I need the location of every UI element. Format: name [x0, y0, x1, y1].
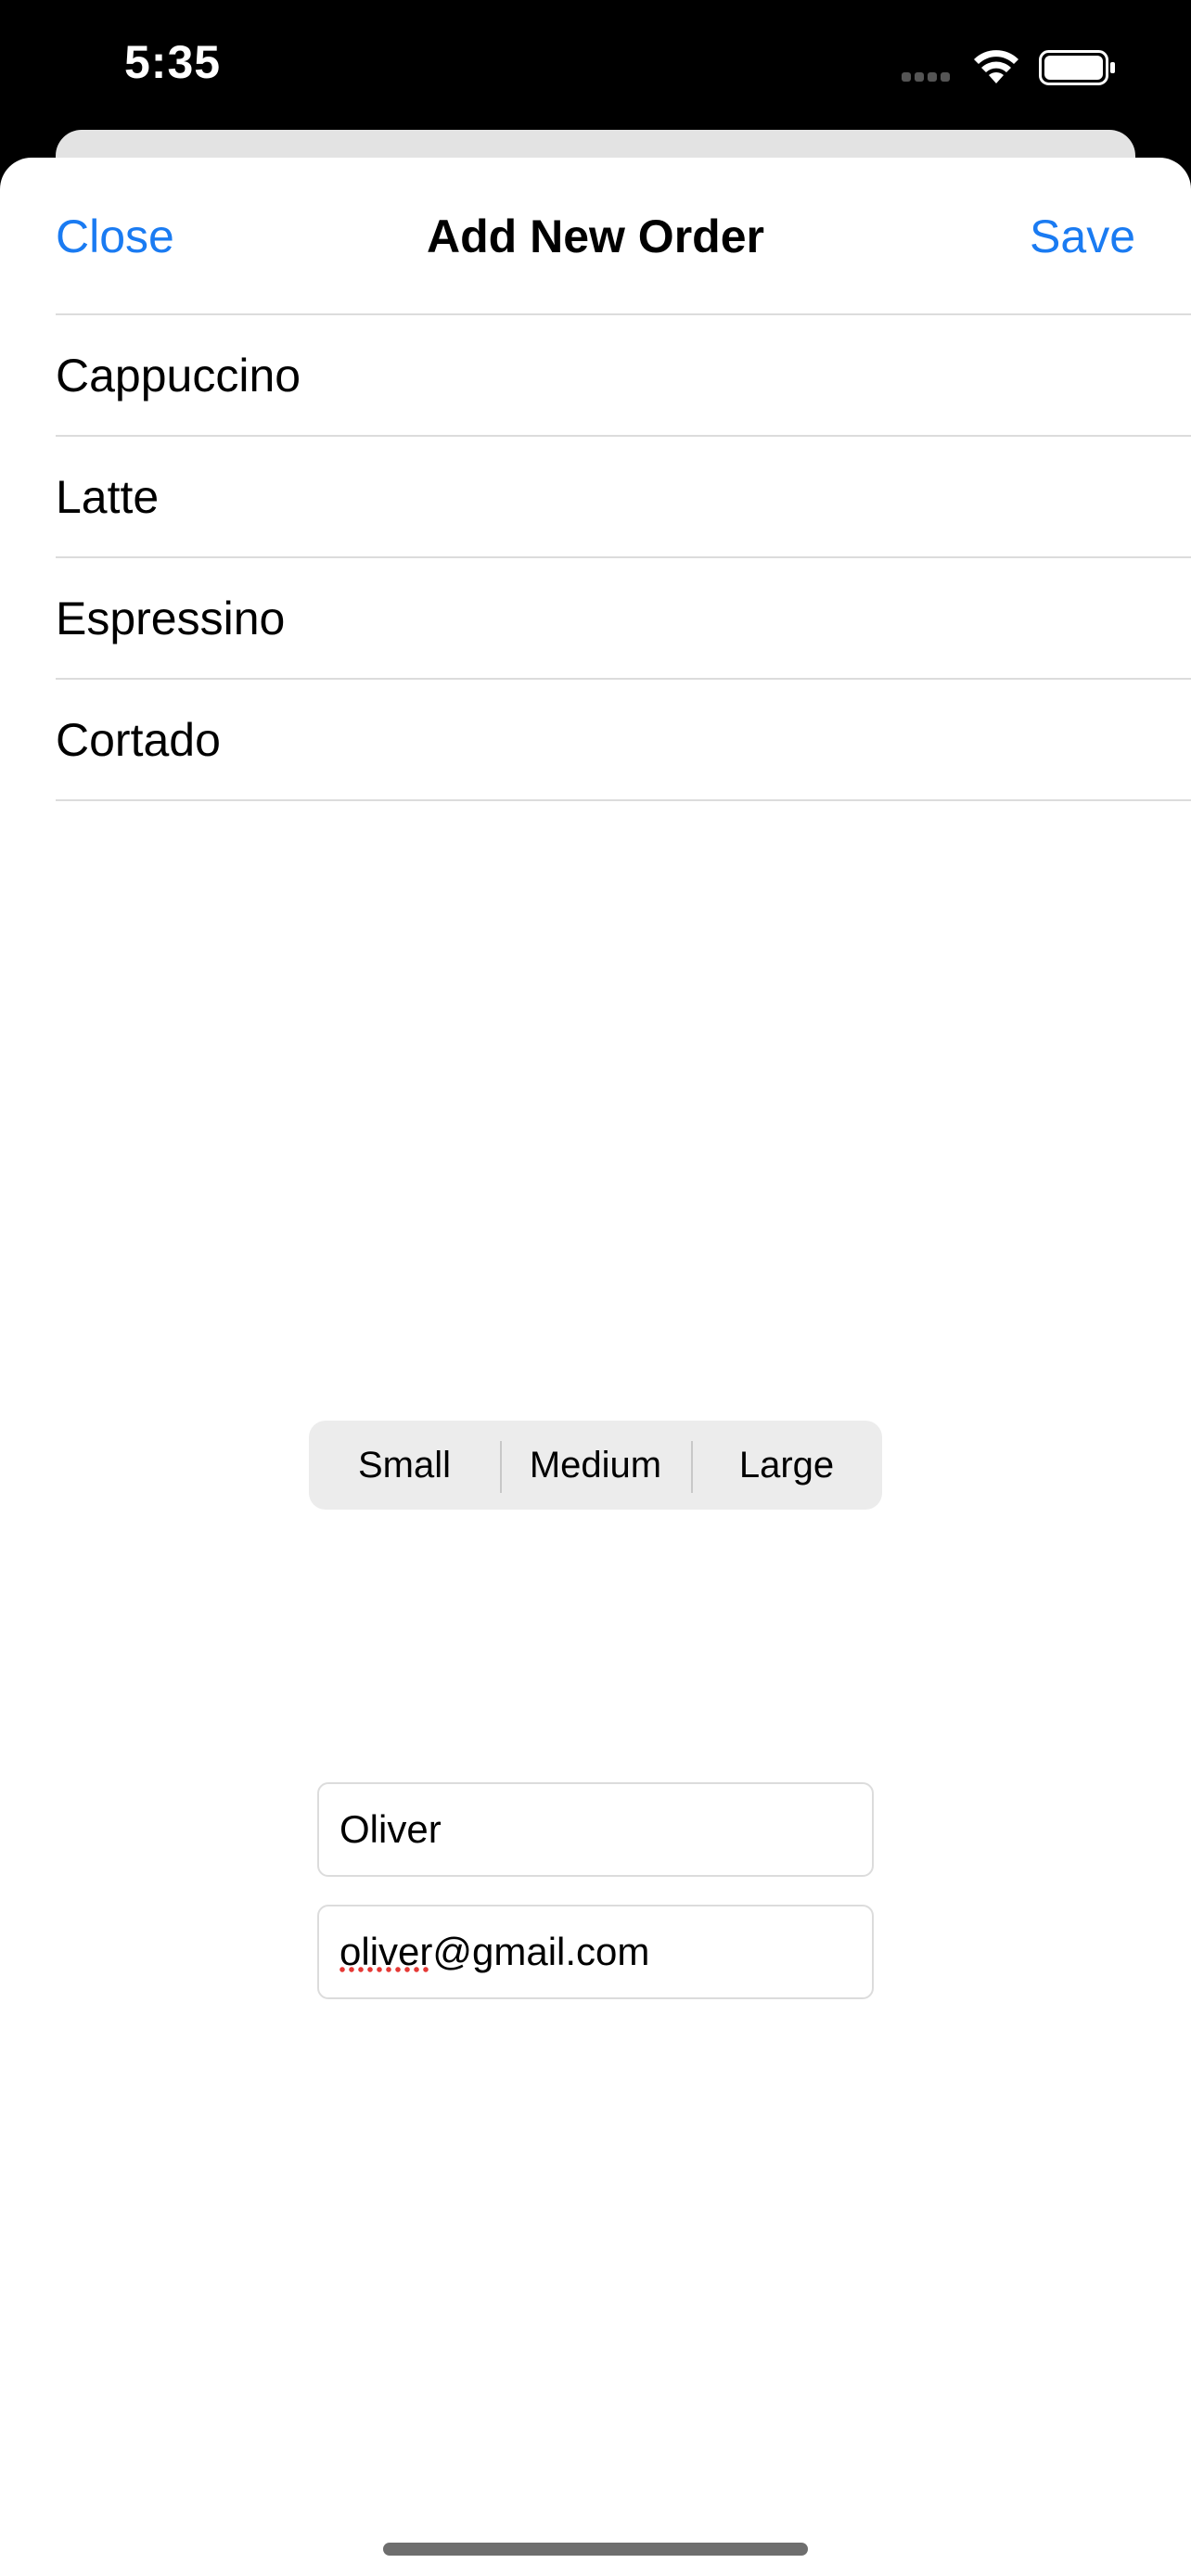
- size-segmented-control: Small Medium Large: [309, 1421, 882, 1510]
- spellcheck-underline: [338, 1966, 429, 1973]
- wifi-icon: [974, 50, 1018, 83]
- name-field[interactable]: [317, 1782, 874, 1877]
- email-field[interactable]: [317, 1905, 874, 1999]
- list-item-espressino[interactable]: Espressino: [56, 556, 1191, 678]
- save-button[interactable]: Save: [1030, 210, 1135, 263]
- segment-medium[interactable]: Medium: [500, 1440, 691, 1493]
- coffee-list: Cappuccino Latte Espressino Cortado: [56, 313, 1191, 801]
- segment-small[interactable]: Small: [309, 1445, 500, 1486]
- list-item-latte[interactable]: Latte: [56, 435, 1191, 556]
- page-title: Add New Order: [427, 210, 764, 262]
- add-order-sheet: Close Add New Order Save Cappuccino Latt…: [0, 158, 1191, 2576]
- cellular-signal-icon: [902, 72, 957, 83]
- list-item-cappuccino[interactable]: Cappuccino: [56, 313, 1191, 435]
- segment-large[interactable]: Large: [691, 1440, 882, 1493]
- list-item-cortado[interactable]: Cortado: [56, 678, 1191, 801]
- status-time: 5:35: [124, 36, 222, 88]
- home-indicator: [383, 2543, 808, 2556]
- battery-icon: [1039, 50, 1115, 85]
- status-bar: 5:35: [0, 0, 1191, 130]
